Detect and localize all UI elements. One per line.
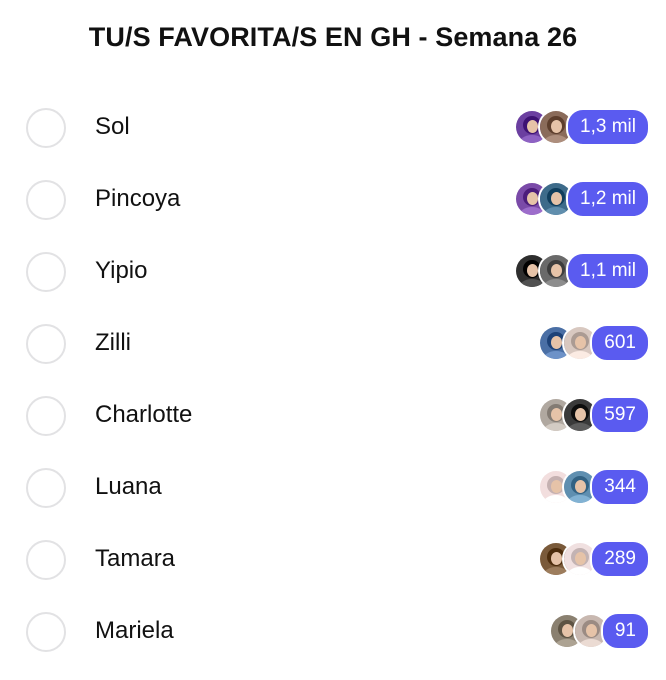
radio-button[interactable] bbox=[26, 540, 66, 580]
option-label: Sol bbox=[95, 113, 130, 140]
voter-avatars bbox=[538, 469, 599, 505]
vote-summary[interactable]: 344 bbox=[538, 468, 650, 506]
vote-summary[interactable]: 1,2 mil bbox=[514, 180, 650, 218]
option-label: Tamara bbox=[95, 545, 176, 572]
radio-button[interactable] bbox=[26, 180, 66, 220]
poll-options: Sol 1,3 mil Pincoya 1,2 mil Yipio 1,1 mi… bbox=[0, 91, 666, 667]
vote-count-badge: 91 bbox=[600, 612, 650, 650]
vote-count-badge: 597 bbox=[590, 396, 650, 434]
poll-option-tamara[interactable]: Tamara 289 bbox=[0, 523, 666, 595]
option-label: Zilli bbox=[95, 329, 131, 356]
vote-count-badge: 1,1 mil bbox=[566, 252, 650, 290]
voter-avatars bbox=[514, 109, 575, 145]
vote-summary[interactable]: 289 bbox=[538, 540, 650, 578]
vote-count-badge: 344 bbox=[590, 468, 650, 506]
radio-button[interactable] bbox=[26, 612, 66, 652]
poll-card: TU/S FAVORITA/S EN GH - Semana 26 Sol 1,… bbox=[0, 0, 666, 680]
option-label: Luana bbox=[95, 473, 162, 500]
vote-count-badge: 289 bbox=[590, 540, 650, 578]
vote-count-badge: 601 bbox=[590, 324, 650, 362]
voter-avatars bbox=[538, 397, 599, 433]
voter-avatars bbox=[538, 541, 599, 577]
voter-avatars bbox=[514, 253, 575, 289]
poll-option-sol[interactable]: Sol 1,3 mil bbox=[0, 91, 666, 163]
voter-avatars bbox=[548, 613, 609, 649]
vote-summary[interactable]: 597 bbox=[538, 396, 650, 434]
radio-button[interactable] bbox=[26, 252, 66, 292]
radio-button[interactable] bbox=[26, 324, 66, 364]
option-label: Yipio bbox=[95, 257, 148, 284]
poll-option-mariela[interactable]: Mariela 91 bbox=[0, 595, 666, 667]
vote-count-badge: 1,3 mil bbox=[566, 108, 650, 146]
poll-option-pincoya[interactable]: Pincoya 1,2 mil bbox=[0, 163, 666, 235]
radio-button[interactable] bbox=[26, 108, 66, 148]
voter-avatars bbox=[514, 181, 575, 217]
poll-option-zilli[interactable]: Zilli 601 bbox=[0, 307, 666, 379]
option-label: Pincoya bbox=[95, 185, 181, 212]
vote-summary[interactable]: 91 bbox=[548, 612, 650, 650]
poll-option-luana[interactable]: Luana 344 bbox=[0, 451, 666, 523]
vote-summary[interactable]: 1,1 mil bbox=[514, 252, 650, 290]
poll-option-charlotte[interactable]: Charlotte 597 bbox=[0, 379, 666, 451]
option-label: Mariela bbox=[95, 617, 174, 644]
vote-summary[interactable]: 1,3 mil bbox=[514, 108, 650, 146]
poll-option-yipio[interactable]: Yipio 1,1 mil bbox=[0, 235, 666, 307]
vote-summary[interactable]: 601 bbox=[538, 324, 650, 362]
radio-button[interactable] bbox=[26, 468, 66, 508]
option-label: Charlotte bbox=[95, 401, 193, 428]
vote-count-badge: 1,2 mil bbox=[566, 180, 650, 218]
radio-button[interactable] bbox=[26, 396, 66, 436]
voter-avatars bbox=[538, 325, 599, 361]
poll-title: TU/S FAVORITA/S EN GH - Semana 26 bbox=[88, 22, 578, 52]
